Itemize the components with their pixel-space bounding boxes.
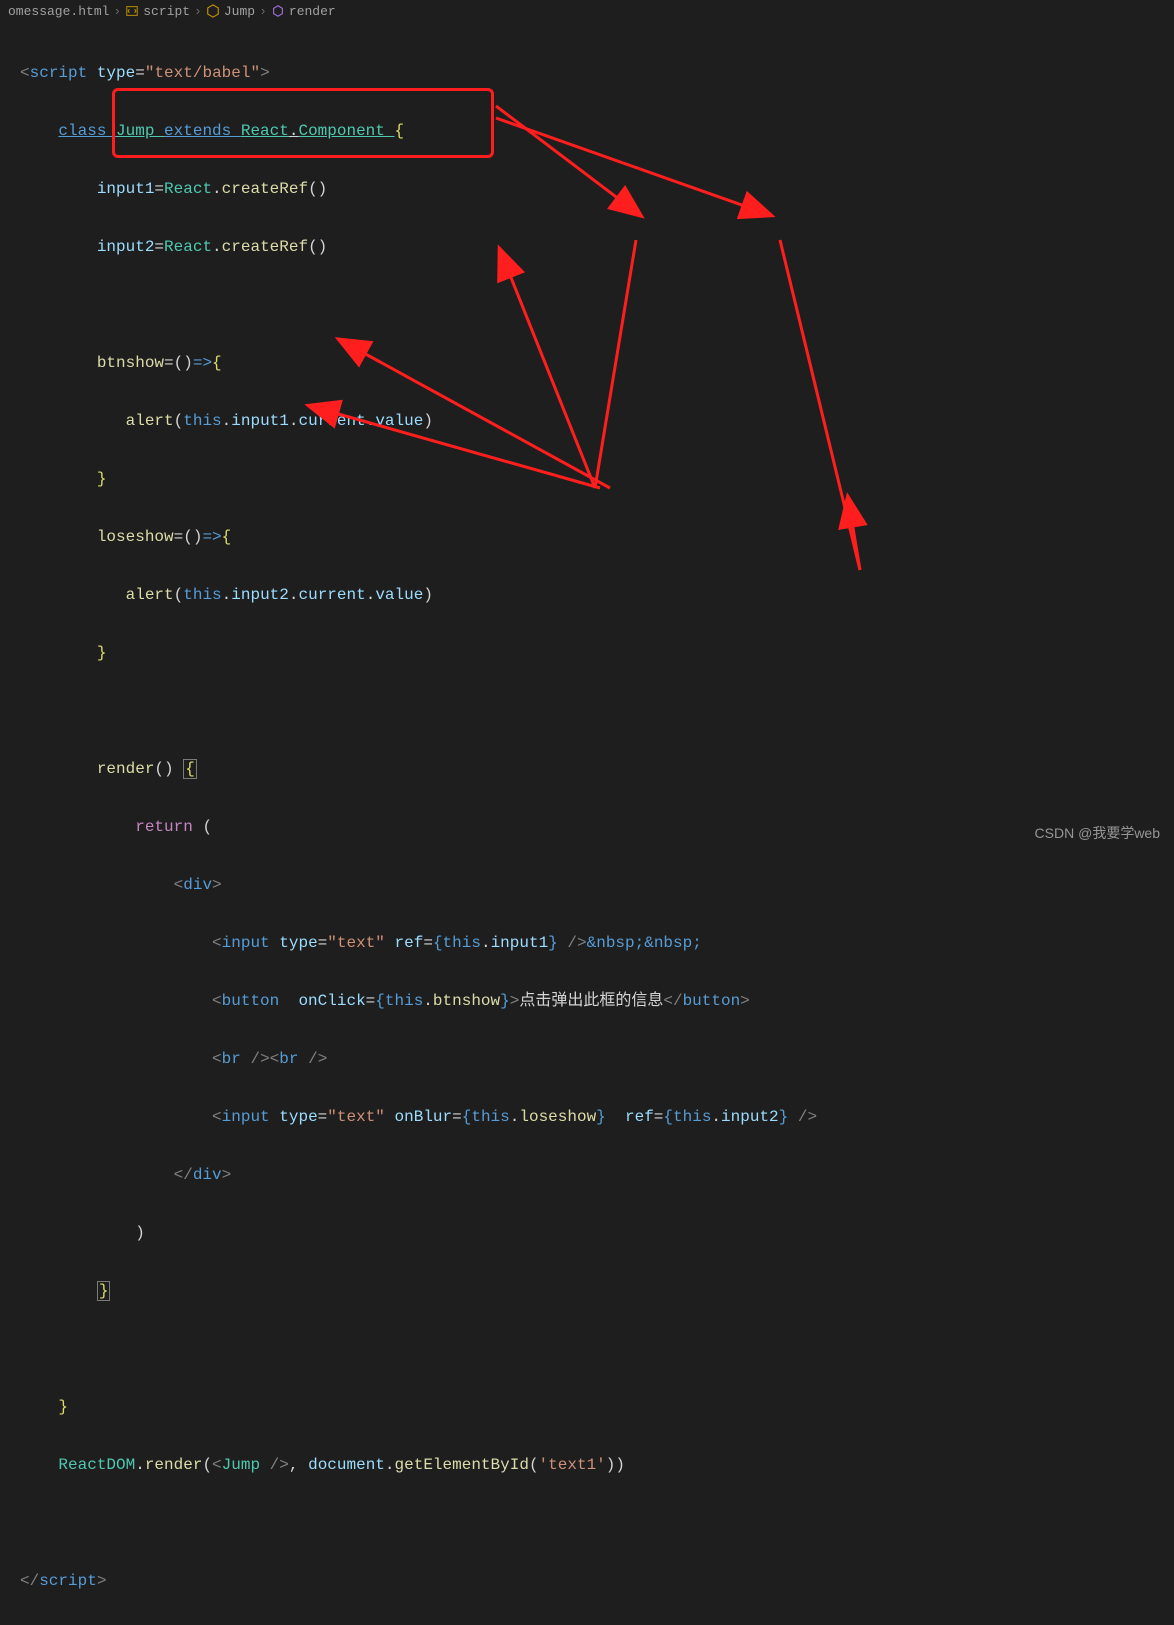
code-line: <br /><br /> (20, 1045, 1174, 1074)
class-icon (206, 4, 220, 18)
watermark: CSDN @我要学web (1035, 823, 1160, 843)
code-line: class Jump extends React.Component { (20, 117, 1174, 146)
cursor-brace: { (183, 759, 197, 779)
code-line: } (20, 1277, 1174, 1306)
matching-brace: } (97, 1281, 111, 1301)
code-line: </div> (20, 1161, 1174, 1190)
code-line (20, 697, 1174, 726)
breadcrumb-file[interactable]: omessage.html (8, 4, 109, 19)
method-icon (271, 4, 285, 18)
code-line: </script> (20, 1567, 1174, 1596)
breadcrumb-separator: › (113, 4, 121, 19)
code-line: <button onClick={this.btnshow}>点击弹出此框的信息… (20, 987, 1174, 1016)
breadcrumb-class[interactable]: Jump (224, 4, 255, 19)
breadcrumb[interactable]: omessage.html › script › Jump › render (0, 0, 1174, 22)
code-line: ) (20, 1219, 1174, 1248)
code-line: <div> (20, 871, 1174, 900)
script-icon (125, 4, 139, 18)
code-line: input1=React.createRef() (20, 175, 1174, 204)
code-line: } (20, 465, 1174, 494)
breadcrumb-separator: › (259, 4, 267, 19)
code-line (20, 291, 1174, 320)
code-line (20, 1509, 1174, 1538)
code-line: ReactDOM.render(<Jump />, document.getEl… (20, 1451, 1174, 1480)
code-line: return ( (20, 813, 1174, 842)
code-line: btnshow=()=>{ (20, 349, 1174, 378)
code-line: <script type="text/babel"> (20, 59, 1174, 88)
code-line: } (20, 1393, 1174, 1422)
breadcrumb-method[interactable]: render (289, 4, 336, 19)
code-line: alert(this.input2.current.value) (20, 581, 1174, 610)
code-line: alert(this.input1.current.value) (20, 407, 1174, 436)
code-line: loseshow=()=>{ (20, 523, 1174, 552)
code-line: render() { (20, 755, 1174, 784)
code-line: input2=React.createRef() (20, 233, 1174, 262)
breadcrumb-script[interactable]: script (143, 4, 190, 19)
code-line (20, 1335, 1174, 1364)
code-line: <input type="text" ref={this.input1} />&… (20, 929, 1174, 958)
code-editor[interactable]: <script type="text/babel"> class Jump ex… (0, 22, 1174, 1625)
breadcrumb-separator: › (194, 4, 202, 19)
code-line: } (20, 639, 1174, 668)
code-line: <input type="text" onBlur={this.loseshow… (20, 1103, 1174, 1132)
